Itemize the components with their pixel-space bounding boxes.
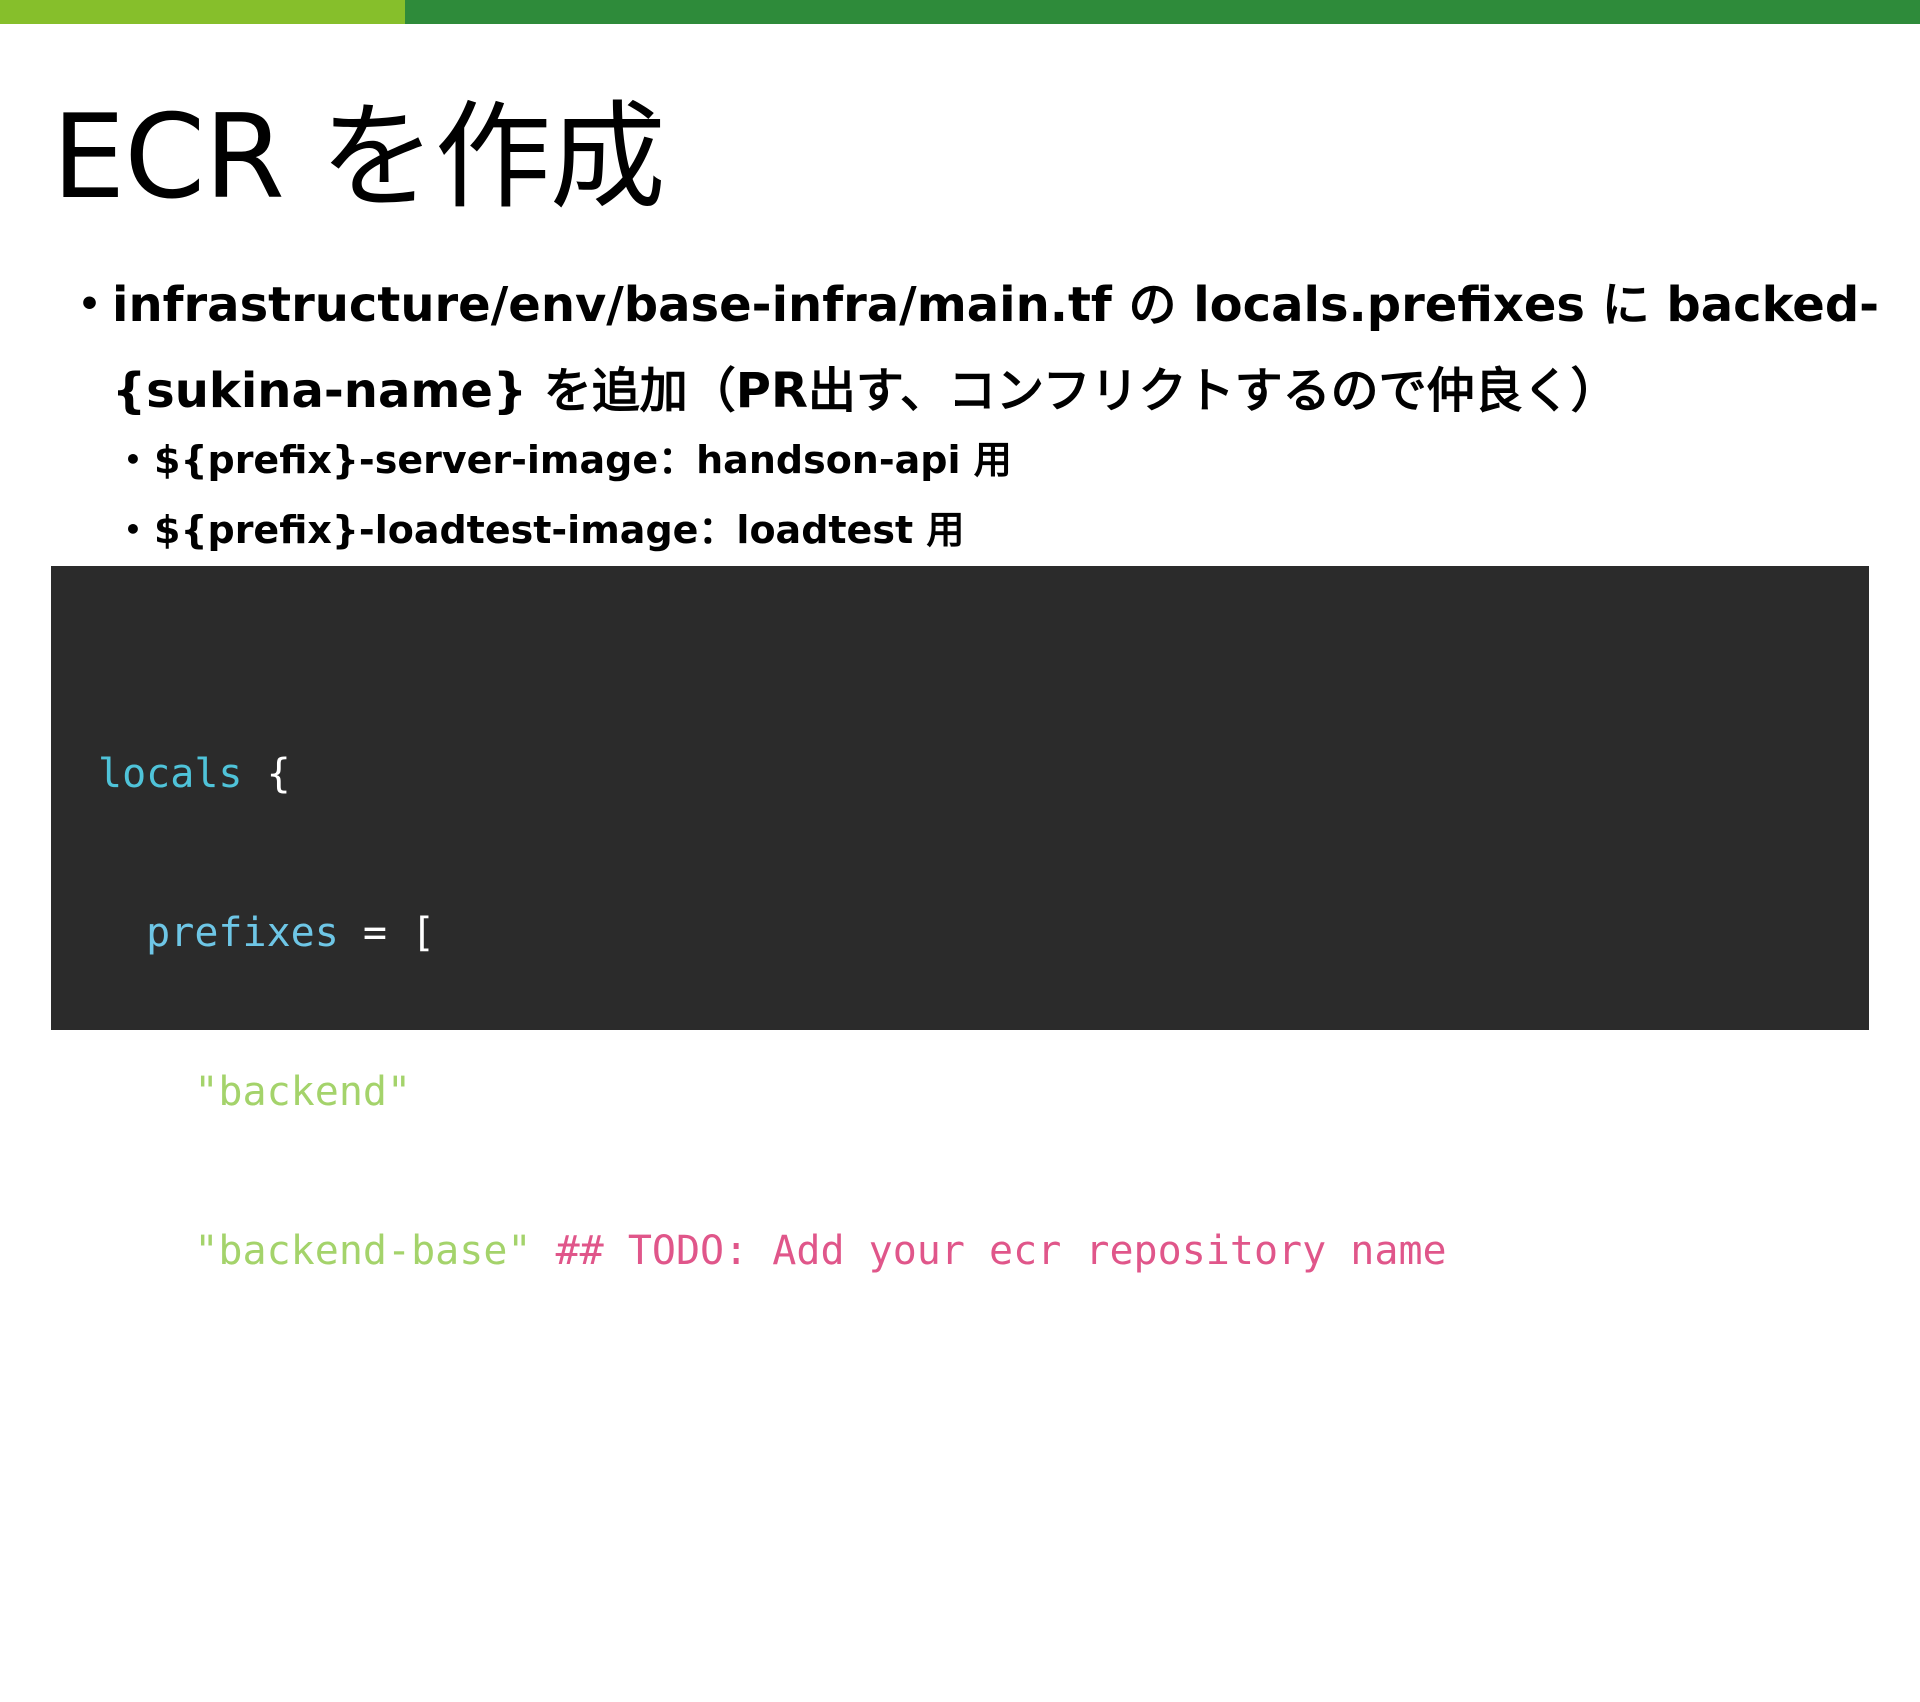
code-comment: ## TODO: Add your ecr repository name (531, 1228, 1447, 1274)
code-line: locals { (98, 748, 1447, 801)
sub-bullet-text: ${prefix}-loadtest-image：loadtest 用 (154, 508, 965, 552)
code-line: } (98, 1543, 1447, 1596)
code-line: prefixes = [ (98, 907, 1447, 960)
top-accent-bar-dark-segment (405, 0, 1920, 24)
code-punctuation: ] (146, 1387, 171, 1433)
top-accent-bar (0, 0, 1920, 24)
code-punctuation: = [ (338, 910, 436, 956)
code-string: "backend" (194, 1069, 412, 1115)
code-punctuation: } (98, 1546, 123, 1592)
bullet-marker: • (78, 284, 102, 325)
code-punctuation: { (242, 751, 291, 797)
code-line: ] (98, 1384, 1447, 1437)
code-content: locals { prefixes = [ "backend", "backen… (98, 642, 1447, 1702)
slide-title: ECR を作成 (52, 90, 666, 225)
bullet-text-line-1: infrastructure/env/base-infra/main.tf の … (112, 277, 1880, 333)
sub-bullet-marker: • (124, 513, 142, 546)
code-block: locals { prefixes = [ "backend", "backen… (51, 566, 1869, 1592)
bullet-text-line-2: {sukina-name} を追加（PR出す、コンフリクトするので仲良く） (112, 363, 1619, 419)
code-keyword: locals (98, 751, 243, 797)
code-string: "backend-base" (194, 1228, 532, 1274)
sub-bullet-marker: • (124, 443, 142, 476)
top-accent-bar-light-segment (0, 0, 405, 24)
code-attribute: prefixes (146, 910, 339, 956)
bullet-text: infrastructure/env/base-infra/main.tf の … (112, 262, 1880, 434)
code-line: "backend", (98, 1066, 1447, 1119)
code-line: "backend-base" ## TODO: Add your ecr rep… (98, 1225, 1447, 1278)
sub-bullet-text: ${prefix}-server-image：handson-api 用 (154, 438, 1012, 482)
code-punctuation: , (411, 1069, 436, 1115)
